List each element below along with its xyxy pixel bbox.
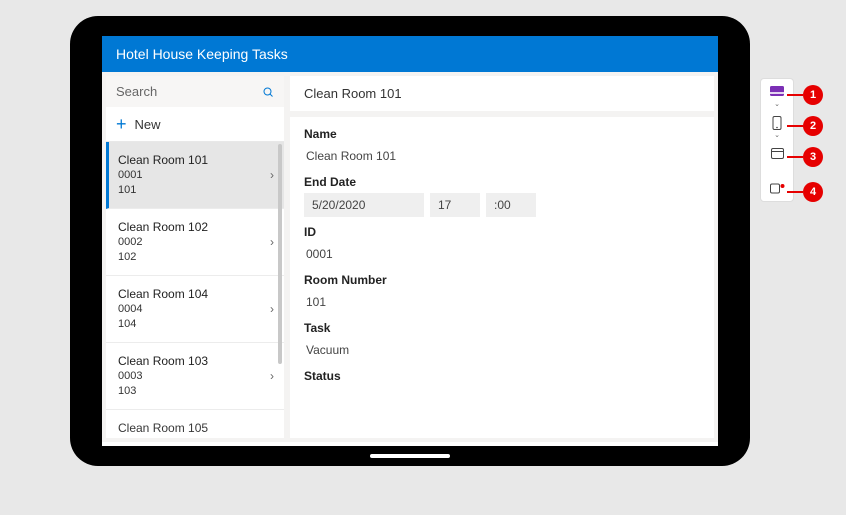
home-indicator [370, 454, 450, 458]
list-item[interactable]: Clean Room 101 0001 101 › [106, 142, 284, 209]
chevron-right-icon: › [270, 369, 274, 383]
screen: Hotel House Keeping Tasks Search + New [102, 36, 718, 446]
new-label: New [135, 117, 161, 132]
chevron-right-icon: › [270, 168, 274, 182]
list-item-room: 102 [118, 250, 208, 265]
search-icon [262, 86, 274, 98]
hour-input[interactable]: 17 [430, 193, 480, 217]
detail-title: Clean Room 101 [304, 86, 402, 101]
plus-icon: + [116, 115, 127, 133]
search-input[interactable]: Search [106, 76, 284, 107]
id-label: ID [304, 225, 700, 239]
tool-window[interactable]: 3 [765, 147, 789, 160]
search-placeholder: Search [116, 84, 157, 99]
status-label: Status [304, 369, 700, 383]
enddate-value[interactable]: 5/20/2020 17 :00 [304, 193, 700, 217]
list-item-id: 0001 [118, 168, 208, 183]
tool-record[interactable]: 4 [765, 182, 789, 195]
card-icon [770, 85, 785, 98]
roomnumber-label: Room Number [304, 273, 700, 287]
name-label: Name [304, 127, 700, 141]
list-item-room: 104 [118, 317, 208, 332]
record-icon [770, 182, 785, 195]
callout-badge: 1 [803, 85, 823, 105]
editor-toolbar: ⌄ 1 ⌄ 2 3 4 [760, 78, 794, 202]
list-item[interactable]: Clean Room 102 0002 102 › [106, 209, 284, 276]
callout-badge: 2 [803, 116, 823, 136]
list-item-id: 0002 [118, 235, 208, 250]
task-value[interactable]: Vacuum [304, 339, 700, 361]
roomnumber-value[interactable]: 101 [304, 291, 700, 313]
window-icon [770, 147, 785, 160]
list-item[interactable]: Clean Room 103 0003 103 › [106, 343, 284, 410]
detail-header: Clean Room 101 [290, 76, 714, 111]
date-input[interactable]: 5/20/2020 [304, 193, 424, 217]
callout-badge: 3 [803, 147, 823, 167]
name-value[interactable]: Clean Room 101 [304, 145, 700, 167]
enddate-label: End Date [304, 175, 700, 189]
task-list[interactable]: Clean Room 101 0001 101 › Clean Room 102… [106, 141, 284, 438]
task-label: Task [304, 321, 700, 335]
app-header: Hotel House Keeping Tasks [102, 36, 718, 72]
list-item-title: Clean Room 102 [118, 219, 208, 235]
callout-badge: 4 [803, 182, 823, 202]
list-item-title: Clean Room 105 [118, 420, 208, 436]
scrollbar[interactable] [278, 144, 282, 364]
list-item-title: Clean Room 103 [118, 353, 208, 369]
chevron-down-icon: ⌄ [774, 131, 780, 139]
new-button[interactable]: + New [106, 107, 284, 141]
content-area: Search + New Clean Room 101 0001 [102, 72, 718, 442]
tool-phone[interactable]: ⌄ 2 [765, 116, 789, 139]
tablet-frame: Hotel House Keeping Tasks Search + New [70, 16, 750, 466]
detail-body: Name Clean Room 101 End Date 5/20/2020 1… [290, 117, 714, 438]
list-item-title: Clean Room 104 [118, 286, 208, 302]
app-title: Hotel House Keeping Tasks [116, 46, 288, 62]
sidebar: Search + New Clean Room 101 0001 [106, 76, 284, 438]
chevron-right-icon: › [270, 235, 274, 249]
list-item[interactable]: Clean Room 105 [106, 410, 284, 439]
list-item-room: 101 [118, 183, 208, 198]
detail-panel: Clean Room 101 Name Clean Room 101 End D… [290, 76, 714, 438]
phone-icon [770, 116, 785, 129]
chevron-right-icon: › [270, 302, 274, 316]
id-value[interactable]: 0001 [304, 243, 700, 265]
list-item-id: 0003 [118, 369, 208, 384]
list-item[interactable]: Clean Room 104 0004 104 › [106, 276, 284, 343]
list-item-room: 103 [118, 384, 208, 399]
list-item-id: 0004 [118, 302, 208, 317]
tool-card[interactable]: ⌄ 1 [765, 85, 789, 108]
minute-input[interactable]: :00 [486, 193, 536, 217]
chevron-down-icon: ⌄ [774, 100, 780, 108]
list-item-title: Clean Room 101 [118, 152, 208, 168]
